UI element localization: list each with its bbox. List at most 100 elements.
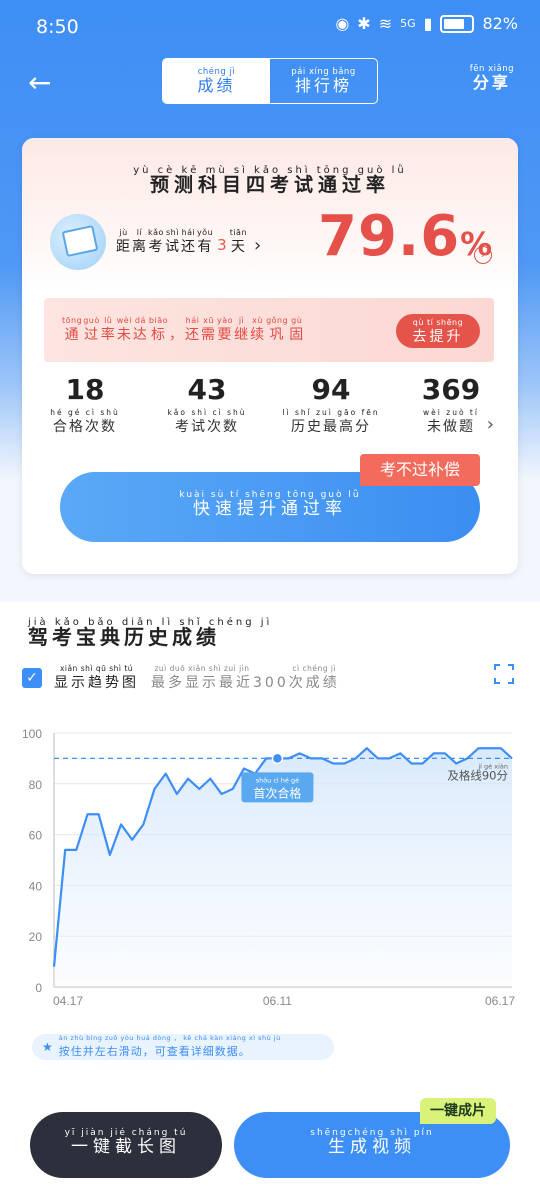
- share-button[interactable]: fēn xiǎng 分享: [470, 64, 514, 92]
- stat-best[interactable]: 94 lì shǐ zuì gāo fēn 历史最高分: [276, 372, 386, 436]
- swipe-hint-pinyin: àn zhù bìng zuǒ yòu huá dòng ， kě chá kà…: [58, 1034, 281, 1042]
- wifi-icon: ≋: [378, 14, 393, 33]
- back-arrow-icon[interactable]: ←: [28, 66, 51, 99]
- ruby-char: gù 固: [289, 316, 304, 344]
- ruby-char: ，: [169, 316, 184, 344]
- prediction-card: yù cè kē mù sì kǎo shì tōng guò lǜ 预测科目四…: [22, 138, 518, 574]
- countdown-unit-label: 天: [230, 239, 246, 255]
- ruby-pinyin: [175, 316, 178, 326]
- network-label: 5G: [400, 17, 416, 30]
- y-tick-label: 40: [29, 879, 43, 893]
- ruby-pinyin: jì: [238, 316, 245, 325]
- card-title: yù cè kē mù sì kǎo shì tōng guò lǜ 预测科目四…: [22, 166, 518, 196]
- ruby-hanzi: ，: [169, 327, 185, 343]
- ruby-pinyin: xù: [252, 316, 263, 325]
- status-icons: ◉ ✱ ≋ 5G ▮ 82%: [335, 14, 518, 33]
- ruby-pinyin: shì: [165, 228, 179, 237]
- ruby-pinyin: biāo: [148, 316, 169, 325]
- ruby-char: xù 续: [250, 316, 265, 344]
- ruby-pinyin: guò: [83, 316, 100, 325]
- exam-book-icon: [50, 214, 106, 270]
- ruby-pinyin: wèi: [116, 316, 132, 325]
- countdown-days: 3: [217, 236, 227, 254]
- chevron-right-icon[interactable]: ›: [487, 414, 494, 435]
- pass-rate-chevron-icon[interactable]: ›: [474, 246, 492, 264]
- card-title-text: 预测科目四考试通过率: [149, 174, 390, 196]
- ruby-char: jù 距: [116, 228, 131, 256]
- bluetooth-icon: ✱: [357, 14, 371, 33]
- history-title: jià kǎo bǎo diǎn lì shǐ chéng jì 驾考宝典历史成…: [28, 618, 272, 649]
- stat-value: 18: [65, 373, 105, 406]
- ruby-hanzi: 还: [180, 239, 196, 255]
- pass-rate-value[interactable]: 79.6%: [318, 204, 493, 269]
- show-trend-checkbox[interactable]: ✓: [22, 668, 42, 688]
- ruby-hanzi: 考: [148, 239, 164, 255]
- battery-level: 82%: [482, 14, 518, 33]
- eye-icon: ◉: [335, 14, 350, 33]
- ruby-hanzi: 未: [116, 327, 132, 343]
- score-trend-chart[interactable]: 02040608010004.17 06.11 06.17jí gé xiàn及格线…: [0, 718, 540, 1018]
- ruby-hanzi: 达: [132, 327, 148, 343]
- long-screenshot-button[interactable]: yī jiàn jié cháng tú 一键截长图: [30, 1112, 222, 1178]
- ruby-hanzi: 离: [132, 239, 147, 255]
- y-tick-label: 80: [29, 778, 43, 792]
- star-icon: ★: [42, 1040, 53, 1054]
- ruby-char: biāo 标: [149, 316, 168, 344]
- status-bar: 8:50 ◉ ✱ ≋ 5G ▮ 82%: [0, 0, 540, 56]
- ruby-pinyin: gù: [291, 316, 303, 325]
- ruby-pinyin: jù: [119, 228, 128, 237]
- ruby-char: hái 还: [185, 316, 200, 344]
- ruby-char: gǒng 巩: [266, 316, 288, 344]
- ruby-pinyin: tōng: [62, 316, 83, 325]
- improve-button[interactable]: qù tí shēng 去提升: [396, 314, 480, 348]
- stat-pinyin: lì shǐ zuì gāo fēn: [282, 408, 380, 417]
- stat-exams[interactable]: 43 kǎo shì cì shù 考试次数: [152, 372, 262, 436]
- ruby-hanzi: 试: [164, 239, 180, 255]
- y-tick-label: 100: [22, 727, 42, 741]
- recent-limit-label: zuì duō xiǎn shì zuì jìn 最多显示最近: [151, 664, 253, 692]
- ruby-pinyin: dá: [134, 316, 146, 325]
- exam-countdown[interactable]: jù 距 lí 离 kǎo 考 shì 试 hái 还 yǒu 有 3 tiān 天 ›: [116, 228, 261, 256]
- signal-icon: ▮: [423, 14, 433, 33]
- first-pass-label: 首次合格: [253, 785, 301, 800]
- ruby-char: xū 需: [201, 316, 216, 344]
- trend-toggle-row: ✓ xiǎn shì qū shì tú 显示趋势图 zuì duō xiǎn …: [22, 664, 340, 692]
- recent-limit-text: 最多显示最近: [151, 675, 253, 691]
- ruby-pinyin: kǎo: [148, 228, 164, 237]
- ruby-char: dá 达: [133, 316, 148, 344]
- ruby-char: yào 要: [217, 316, 233, 344]
- stat-label: 历史最高分: [291, 419, 371, 435]
- video-label: 生成视频: [328, 1137, 416, 1157]
- tab-scores-label: 成绩: [197, 76, 236, 95]
- ruby-pinyin: hái: [181, 228, 196, 237]
- stat-label: 考试次数: [175, 419, 239, 435]
- stat-passed[interactable]: 18 hé gé cì shù 合格次数: [30, 372, 140, 436]
- recent-suffix-pinyin: cì chéng jì: [292, 664, 337, 673]
- ruby-hanzi: 率: [100, 327, 116, 343]
- pass-line-label: 及格线90分: [447, 768, 508, 782]
- ruby-char: guò 过: [83, 316, 100, 344]
- tab-ranking[interactable]: pái xíng bǎng 排行榜: [270, 59, 377, 103]
- fast-improve-label: 快速提升通过率: [193, 499, 347, 519]
- ruby-hanzi: 还: [185, 327, 201, 343]
- chevron-right-icon: ›: [254, 235, 262, 256]
- y-tick-label: 0: [35, 981, 42, 995]
- ruby-hanzi: 要: [217, 327, 233, 343]
- ruby-hanzi: 有: [197, 239, 213, 255]
- ruby-hanzi: 巩: [269, 327, 285, 343]
- x-tick-label: 06.17: [485, 994, 515, 1008]
- history-title-text: 驾考宝典历史成绩: [28, 625, 220, 649]
- warning-text: tōng 通 guò 过 lǜ 率 wèi 未 dá 达 biāo 标 ， hái 还 xū 需 yào 要 jì 继…: [62, 316, 305, 344]
- tab-bar: chéng jì 成绩 pái xíng bǎng 排行榜: [162, 58, 378, 104]
- ruby-pinyin: yǒu: [196, 228, 214, 237]
- one-click-video-tag: 一键成片: [420, 1098, 496, 1124]
- ruby-char: lǜ 率: [101, 316, 116, 344]
- stat-label: 合格次数: [53, 419, 117, 435]
- pass-rate-number: 79.6: [318, 204, 461, 269]
- fullscreen-icon[interactable]: [494, 664, 514, 684]
- battery-icon: [440, 14, 475, 33]
- recent-limit-suffix: cì chéng jì 次成绩: [289, 664, 340, 692]
- countdown-text: jù 距 lí 离 kǎo 考 shì 试 hái 还 yǒu 有: [116, 228, 214, 256]
- tab-scores[interactable]: chéng jì 成绩: [163, 59, 270, 103]
- ruby-hanzi: 续: [250, 327, 266, 343]
